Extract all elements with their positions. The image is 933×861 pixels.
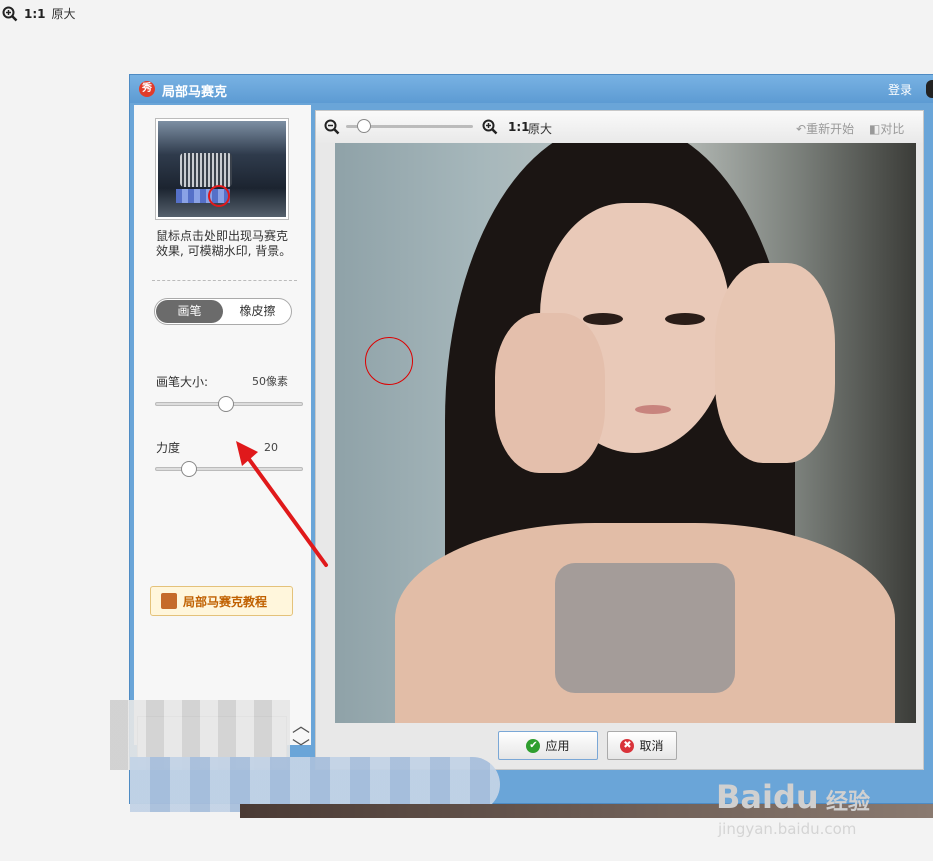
baidu-watermark: Baidu 经验 jingyan.baidu.com [716,760,926,840]
annotation-arrow [236,441,328,567]
baidu-url: jingyan.baidu.com [718,820,857,838]
baidu-logo: Baidu [716,778,819,816]
baidu-jingyan-text: 经验 [826,790,871,815]
